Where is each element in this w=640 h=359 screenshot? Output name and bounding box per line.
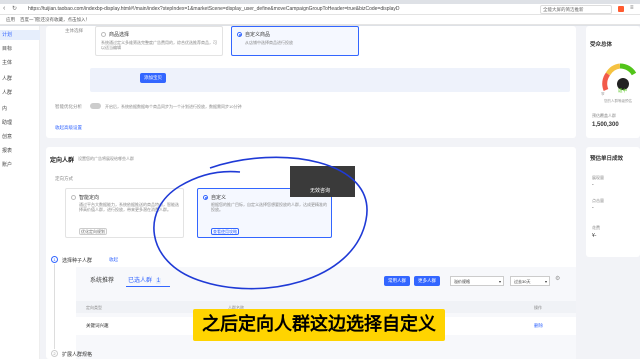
targeting-mode-label: 定向方式 [55, 176, 73, 181]
reload-icon[interactable]: ↻ [12, 5, 17, 12]
audience-value: 1,500,300 [592, 122, 619, 128]
smart-optimize-toggle[interactable] [90, 103, 101, 109]
subject-panel: 主体选择 商品选择 系统通过定义多维筛选完整度广告费用的，综合优选推荐商品，可以… [46, 26, 576, 138]
sidebar-item-crowd2[interactable]: 人群 [0, 88, 40, 98]
sidebar-item-target[interactable]: 目标 [0, 44, 40, 54]
smart-optimize-desc: 开启后，系统依据数据每个商品同步为一个计划进行投放，数据需同步10分钟 [105, 104, 242, 109]
metric-clicks-value: - [592, 205, 594, 211]
premium-select-value: 溢价规格 [454, 279, 470, 284]
sidebar-item-creative[interactable]: 创意 [0, 132, 40, 142]
sidebar: 计划 目标 主体 人群 人群 内 助理 创意 报表 账户 [0, 26, 40, 359]
period-select[interactable]: 过去30天 ▾ [510, 276, 550, 286]
smart-optimize-label: 智能优化分析 [55, 104, 82, 109]
period-select-value: 过去30天 [514, 279, 531, 284]
video-caption: 之后定向人群这边选择自定义 [193, 309, 445, 341]
col-operation: 操作 [534, 305, 542, 310]
subject-card-custom-radio[interactable] [237, 32, 242, 37]
add-item-area: 添加宝贝 [90, 68, 570, 92]
browser-chrome: ‹ ↻ https://tuijian.taobao.com/indexbp-d… [0, 0, 640, 26]
targeting-card-smart-title: 智能定向 [79, 195, 100, 201]
gauge-arc-yellow [605, 63, 621, 76]
chevron-down-icon: ▾ [544, 279, 547, 284]
url-field[interactable]: https://tuijian.taobao.com/indexbp-displ… [28, 6, 483, 14]
daily-estimate-title: 预估单日成效 [590, 156, 624, 162]
chevron-down-icon: ▾ [498, 279, 501, 284]
tab-recommended[interactable]: 系统推荐 [90, 275, 114, 284]
subject-card-recommend[interactable]: 商品选择 系统通过定义多维筛选完整度广告费用的，综合优选推荐商品，可以适当编辑 [95, 26, 223, 56]
subject-card-custom-title: 自定义商品 [245, 32, 271, 38]
targeting-title: 定向人群 [50, 158, 75, 164]
collapse-advanced-link[interactable]: 收起高级设置 [55, 125, 82, 131]
daily-estimate-panel: 预估单日成效 展现量 - 点击量 - 花费 ¥- [586, 147, 640, 257]
browser-search-box[interactable]: 全能大屏的简洁推新 [540, 5, 612, 14]
sidebar-item-account[interactable]: 账户 [0, 160, 40, 170]
col-type: 定向类型 [86, 305, 102, 310]
step-line [54, 264, 55, 349]
step2-number: 2 [51, 350, 58, 357]
address-bar: ‹ ↻ https://tuijian.taobao.com/indexbp-d… [0, 4, 640, 15]
subject-card-custom[interactable]: 自定义商品 从店铺中选择商品进行投放 [231, 26, 359, 56]
subject-label: 主体选择 [65, 28, 83, 33]
gauge-status: 适中 [618, 88, 627, 93]
back-icon[interactable]: ‹ [3, 5, 5, 12]
subject-card-recommend-title: 商品选择 [109, 32, 130, 38]
subject-card-custom-desc: 从店铺中选择商品进行投放 [245, 40, 293, 45]
audience-title: 受众总体 [590, 42, 613, 48]
metric-cost-value: ¥- [592, 233, 597, 239]
gauge-arc-green [619, 63, 637, 76]
extension-icon[interactable] [618, 6, 624, 12]
sidebar-item-report[interactable]: 报表 [0, 146, 40, 156]
sidebar-item-assist[interactable]: 助理 [0, 118, 40, 128]
subject-card-recommend-radio[interactable] [101, 32, 106, 37]
settings-icon[interactable]: ⚙ [555, 275, 560, 282]
metric-clicks-label: 点击量 [592, 198, 604, 203]
targeting-card-smart-radio[interactable] [71, 195, 76, 200]
step2-label: 扩展人群规格 [62, 352, 93, 358]
bookmark-hint[interactable]: 您还没有收藏，点击加入！ [36, 17, 90, 23]
sidebar-item-crowd[interactable]: 人群 [0, 74, 40, 84]
common-crowd-button[interactable]: 常用人群 [384, 276, 410, 286]
metric-impressions-label: 展现量 [592, 175, 604, 180]
gauge-arc-red [602, 72, 611, 91]
step1-label: 选择种子人群 [62, 258, 93, 264]
bookmarks-bar: 应用 百度一下 您还没有收藏，点击加入！ [0, 15, 640, 25]
metric-cost-label: 花费 [592, 225, 600, 230]
bookmark-apps[interactable]: 应用 [6, 17, 15, 23]
sidebar-item-inner[interactable]: 内 [0, 104, 40, 114]
audience-panel: 受众总体 窄 适中 您的人群等级预估 预估覆盖人群 1,500,300 [586, 26, 640, 138]
audience-label: 预估覆盖人群 [592, 113, 616, 118]
premium-select[interactable]: 溢价规格 ▾ [450, 276, 504, 286]
targeting-subtitle: 设置您的广告将展现给哪些人群 [78, 156, 134, 161]
row-type: 关键词兴趣 [86, 323, 109, 328]
more-crowd-button[interactable]: 更多人群 [414, 276, 440, 286]
gauge-sub: 您的人群等级预估 [604, 99, 632, 103]
metric-impressions-value: - [592, 182, 594, 188]
annotation-ellipse [153, 156, 368, 290]
step1-number: 1 [51, 256, 58, 263]
sidebar-item-plan[interactable]: 计划 [0, 30, 40, 40]
menu-icon[interactable]: ≡ [630, 5, 634, 11]
subject-card-recommend-desc: 系统通过定义多维筛选完整度广告费用的，综合优选推荐商品，可以适当编辑 [101, 40, 217, 50]
gauge-left-label: 窄 [601, 92, 605, 96]
row-delete-link[interactable]: 删除 [534, 323, 543, 329]
step1-collapse-link[interactable]: 收起 [109, 257, 118, 263]
add-item-button[interactable]: 添加宝贝 [140, 73, 166, 83]
sidebar-item-subject[interactable]: 主体 [0, 58, 40, 68]
targeting-card-smart-button[interactable]: 优化定向规划 [79, 228, 107, 235]
